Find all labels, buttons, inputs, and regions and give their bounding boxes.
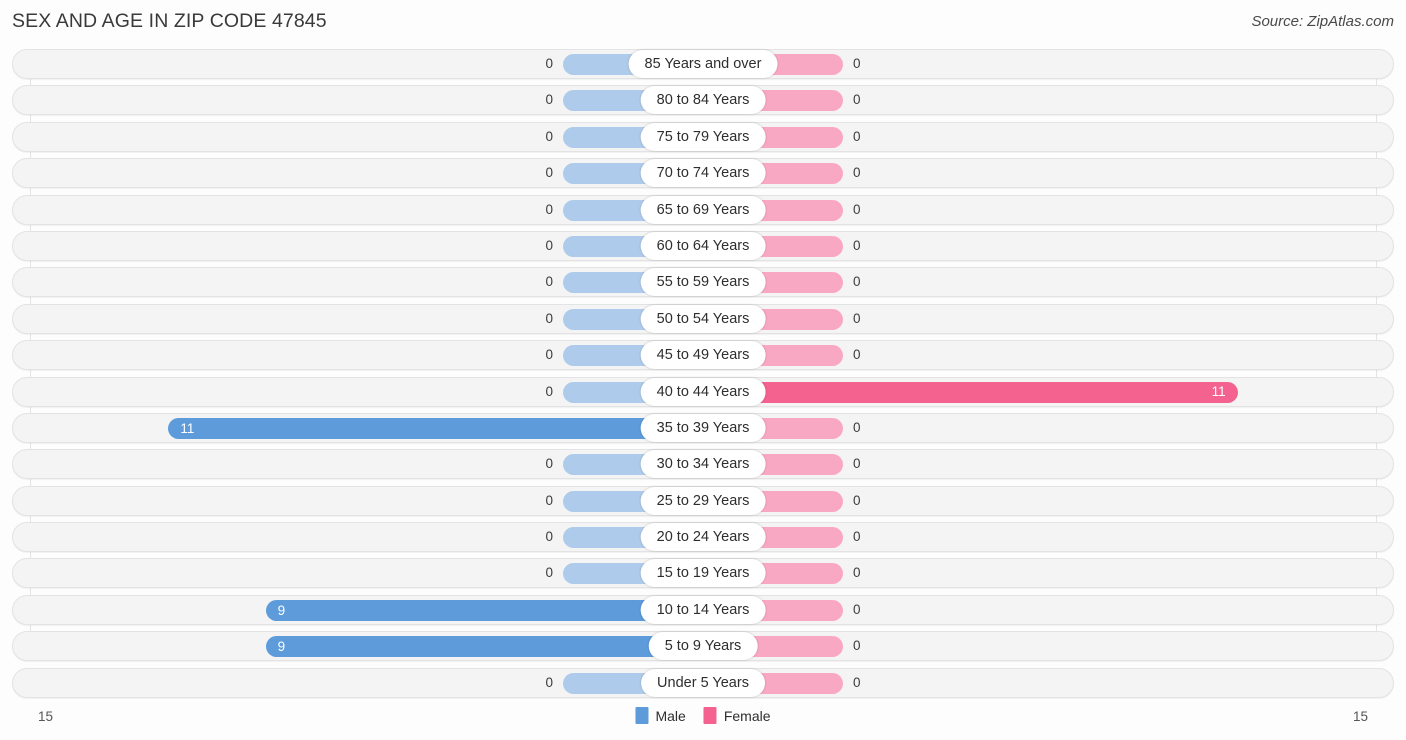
chart-legend: Male Female bbox=[635, 707, 771, 724]
legend-item-male[interactable]: Male bbox=[635, 707, 686, 724]
age-group-label: 25 to 29 Years bbox=[640, 486, 766, 515]
pyramid-row: 0 0 30 to 34 Years bbox=[0, 446, 1406, 482]
age-group-label: 70 to 74 Years bbox=[640, 159, 766, 188]
male-bar[interactable]: 9 bbox=[265, 599, 703, 621]
pyramid-row: 0 0 15 to 19 Years bbox=[0, 555, 1406, 591]
pyramid-row: 0 0 Under 5 Years bbox=[0, 665, 1406, 701]
female-value-label: 0 bbox=[853, 601, 861, 617]
male-value-label: 0 bbox=[545, 492, 553, 508]
pyramid-row: 9 0 5 to 9 Years bbox=[0, 628, 1406, 664]
age-group-label: 55 to 59 Years bbox=[640, 268, 766, 297]
pyramid-row: 0 11 40 to 44 Years bbox=[0, 374, 1406, 410]
age-group-label: 85 Years and over bbox=[628, 50, 778, 78]
male-value-label: 0 bbox=[545, 383, 553, 399]
pyramid-row: 0 0 55 to 59 Years bbox=[0, 264, 1406, 300]
pyramid-row: 0 0 65 to 69 Years bbox=[0, 192, 1406, 228]
female-value-label: 0 bbox=[853, 165, 861, 181]
female-value-label: 0 bbox=[853, 274, 861, 290]
age-group-label: 80 to 84 Years bbox=[640, 86, 766, 115]
male-bar[interactable]: 11 bbox=[168, 417, 703, 439]
female-value-label: 0 bbox=[853, 492, 861, 508]
age-group-label: 10 to 14 Years bbox=[640, 595, 766, 624]
female-value-label: 0 bbox=[853, 56, 861, 71]
legend-label-male: Male bbox=[655, 707, 686, 724]
pyramid-rows: 0 0 85 Years and over 0 0 80 to 84 Years 0 0 75 … bbox=[0, 46, 1406, 701]
age-group-label: 30 to 34 Years bbox=[640, 450, 766, 479]
female-value-label: 0 bbox=[853, 128, 861, 144]
male-value-label: 0 bbox=[545, 274, 553, 290]
legend-item-female[interactable]: Female bbox=[703, 707, 771, 724]
pyramid-row: 0 0 80 to 84 Years bbox=[0, 82, 1406, 118]
age-group-label: 5 to 9 Years bbox=[648, 632, 758, 661]
male-bar-value: 9 bbox=[277, 602, 286, 618]
pyramid-row: 11 0 35 to 39 Years bbox=[0, 410, 1406, 446]
source-attribution: Source: ZipAtlas.com bbox=[1251, 13, 1394, 30]
female-bar[interactable]: 11 bbox=[703, 381, 1238, 403]
age-group-label: Under 5 Years bbox=[641, 668, 765, 697]
female-value-label: 0 bbox=[853, 674, 861, 690]
male-bar-value: 9 bbox=[277, 639, 286, 654]
male-color-swatch bbox=[635, 707, 649, 724]
age-group-label: 35 to 39 Years bbox=[640, 413, 766, 442]
female-value-label: 0 bbox=[853, 529, 861, 545]
male-value-label: 0 bbox=[545, 529, 553, 545]
female-value-label: 0 bbox=[853, 237, 861, 253]
male-value-label: 0 bbox=[545, 674, 553, 690]
age-group-label: 20 to 24 Years bbox=[640, 523, 766, 552]
age-group-label: 65 to 69 Years bbox=[640, 195, 766, 224]
female-value-label: 0 bbox=[853, 92, 861, 108]
pyramid-row: 0 0 20 to 24 Years bbox=[0, 519, 1406, 555]
female-bar-value: 11 bbox=[1211, 384, 1226, 400]
female-value-label: 0 bbox=[853, 565, 861, 581]
age-group-label: 15 to 19 Years bbox=[640, 559, 766, 588]
legend-label-female: Female bbox=[723, 707, 771, 724]
female-value-label: 0 bbox=[853, 347, 861, 363]
pyramid-row: 0 0 75 to 79 Years bbox=[0, 119, 1406, 155]
female-value-label: 0 bbox=[853, 201, 861, 217]
male-value-label: 0 bbox=[545, 565, 553, 581]
chart-footer: 15 15 Male Female bbox=[0, 702, 1406, 740]
male-value-label: 0 bbox=[545, 310, 553, 326]
male-value-label: 0 bbox=[545, 201, 553, 217]
male-value-label: 0 bbox=[545, 347, 553, 363]
age-group-label: 40 to 44 Years bbox=[640, 377, 766, 406]
page-title: SEX AND AGE IN ZIP CODE 47845 bbox=[12, 10, 327, 32]
male-value-label: 0 bbox=[545, 92, 553, 108]
axis-label-right: 15 bbox=[1352, 709, 1368, 724]
pyramid-row: 0 0 70 to 74 Years bbox=[0, 155, 1406, 191]
female-value-label: 0 bbox=[853, 310, 861, 326]
female-color-swatch bbox=[703, 707, 717, 724]
male-bar-value: 11 bbox=[180, 420, 195, 436]
pyramid-row: 0 0 85 Years and over bbox=[0, 46, 1406, 82]
male-value-label: 0 bbox=[545, 456, 553, 472]
pyramid-row: 9 0 10 to 14 Years bbox=[0, 592, 1406, 628]
pyramid-row: 0 0 45 to 49 Years bbox=[0, 337, 1406, 373]
axis-label-left: 15 bbox=[38, 709, 54, 724]
pyramid-row: 0 0 25 to 29 Years bbox=[0, 483, 1406, 519]
female-value-label: 0 bbox=[853, 638, 861, 654]
female-value-label: 0 bbox=[853, 419, 861, 435]
female-value-label: 0 bbox=[853, 456, 861, 472]
age-group-label: 45 to 49 Years bbox=[640, 341, 766, 370]
chart-header: SEX AND AGE IN ZIP CODE 47845 Source: Zi… bbox=[0, 0, 1406, 46]
age-group-label: 75 to 79 Years bbox=[640, 122, 766, 151]
chart-page: SEX AND AGE IN ZIP CODE 47845 Source: Zi… bbox=[0, 0, 1406, 740]
pyramid-plot-area: 0 0 85 Years and over 0 0 80 to 84 Years 0 0 75 … bbox=[0, 46, 1406, 702]
male-value-label: 0 bbox=[545, 237, 553, 253]
age-group-label: 50 to 54 Years bbox=[640, 304, 766, 333]
age-group-label: 60 to 64 Years bbox=[640, 231, 766, 260]
pyramid-row: 0 0 60 to 64 Years bbox=[0, 228, 1406, 264]
male-value-label: 0 bbox=[545, 56, 553, 71]
male-value-label: 0 bbox=[545, 165, 553, 181]
male-bar[interactable]: 9 bbox=[265, 636, 703, 658]
male-value-label: 0 bbox=[545, 128, 553, 144]
pyramid-row: 0 0 50 to 54 Years bbox=[0, 301, 1406, 337]
